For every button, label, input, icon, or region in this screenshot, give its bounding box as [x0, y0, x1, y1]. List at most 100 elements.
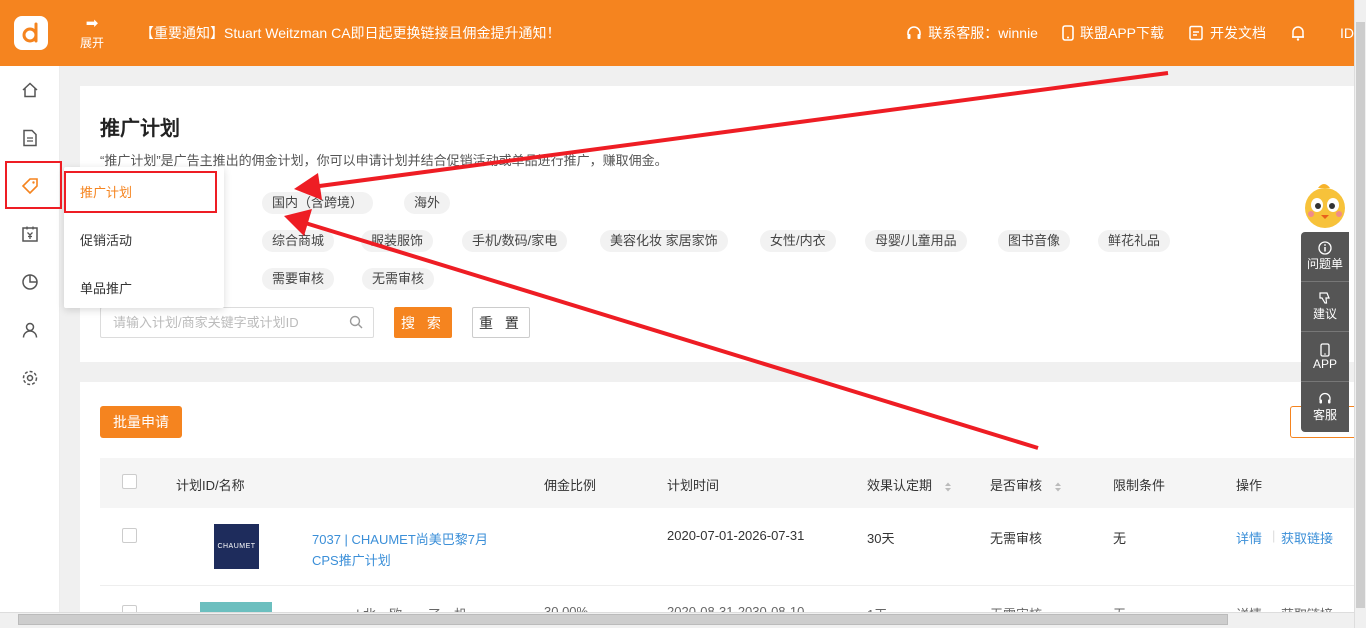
sort-icon[interactable]: [944, 481, 952, 493]
filter-tag[interactable]: 图书音像: [998, 230, 1071, 252]
review-status: 无需审核: [990, 604, 1042, 612]
filter-tag[interactable]: 手机/数码/家电: [462, 230, 568, 252]
sort-icon[interactable]: [1054, 481, 1062, 493]
batch-apply-button[interactable]: 批量申请: [100, 406, 182, 438]
detail-link[interactable]: 详情: [1236, 604, 1262, 612]
search-button[interactable]: 搜 索: [394, 307, 452, 338]
annotation-box-flyout: [64, 171, 217, 213]
float-feedback-label: 问题单: [1306, 257, 1343, 271]
plan-period: 2020-07-01-2026-07-31: [667, 528, 805, 543]
notice-link[interactable]: 【重要通知】Stuart Weitzman CA即日起更换链接且佣金提升通知！: [140, 23, 882, 43]
restriction: 无: [1113, 604, 1126, 612]
flyout-item-promo[interactable]: 促销活动: [64, 215, 224, 263]
filter-tag[interactable]: 无需审核: [362, 268, 435, 290]
validation-period: 1天: [867, 604, 887, 612]
filter-tag[interactable]: 女性/内衣: [760, 230, 836, 252]
search-icon: [349, 315, 363, 329]
support-link[interactable]: 联系客服：winnie: [906, 23, 1038, 43]
col-restriction: 限制条件: [1113, 478, 1166, 493]
app-download-label: 联盟APP下载: [1079, 25, 1164, 41]
validation-period: 30天: [867, 531, 895, 546]
divider: |: [1272, 528, 1276, 543]
filter-tag[interactable]: 母婴/儿童用品: [865, 230, 967, 252]
col-plan-name: 计划ID/名称: [176, 478, 245, 493]
brand-logo: [200, 602, 272, 612]
headset-icon: [907, 26, 922, 39]
pie-chart-icon: [22, 274, 38, 290]
brand-logo-text: CHAUMET: [217, 543, 256, 550]
expand-button[interactable]: ➡ 展开: [62, 14, 122, 51]
notification-button[interactable]: [1290, 25, 1312, 41]
float-suggestion-label: 建议: [1312, 307, 1337, 321]
sidebar-item-account[interactable]: [0, 306, 60, 354]
brand-logo: CHAUMET: [214, 524, 259, 569]
select-all-checkbox[interactable]: [122, 474, 137, 489]
filter-tag[interactable]: 综合商城: [262, 230, 335, 252]
filter-tag[interactable]: 鲜花礼品: [1098, 230, 1171, 252]
float-app-label: APP: [1312, 356, 1337, 371]
filter-tag[interactable]: 需要审核: [262, 268, 335, 290]
top-bar: ➡ 展开 【重要通知】Stuart Weitzman CA即日起更换链接且佣金提…: [0, 0, 1354, 66]
table-header: [100, 458, 1354, 508]
col-review[interactable]: 是否审核: [990, 475, 1062, 494]
user-icon: [22, 322, 38, 338]
col-validation[interactable]: 效果认定期: [867, 475, 952, 494]
filter-tag[interactable]: 美容化妆 家居家饰: [600, 230, 728, 252]
get-link-link[interactable]: 获取链接: [1281, 528, 1333, 547]
detail-link[interactable]: 详情: [1236, 528, 1262, 547]
mascot-image: [1300, 180, 1350, 230]
logo[interactable]: [0, 0, 62, 66]
phone-icon: [1320, 342, 1330, 357]
filter-tag[interactable]: 服装服饰: [361, 230, 434, 252]
sidebar-item-docs[interactable]: [0, 114, 60, 162]
flyout-item-single[interactable]: 单品推广: [64, 263, 224, 311]
search-placeholder: 请输入计划/商家关键字或计划ID: [113, 315, 299, 330]
float-suggestion-button[interactable]: 建议: [1301, 282, 1349, 332]
commission-rate: 30.00%: [544, 604, 589, 612]
float-service-button[interactable]: 客服: [1301, 382, 1349, 432]
calendar-yen-icon: [22, 226, 38, 242]
filter-tag[interactable]: 国内（含跨境）: [262, 192, 374, 214]
document-icon: [1189, 25, 1203, 41]
col-validation-label: 效果认定期: [867, 478, 933, 493]
sidebar-item-finance[interactable]: [0, 210, 60, 258]
user-id-partial[interactable]: ID: [1340, 25, 1354, 41]
support-label: 联系客服：winnie: [928, 25, 1038, 41]
float-service-label: 客服: [1312, 407, 1337, 422]
sidebar: [0, 66, 60, 612]
search-input[interactable]: 请输入计划/商家关键字或计划ID: [100, 307, 374, 338]
plan-name-link[interactable]: ……ug | 北…欧……了…机…: [312, 604, 480, 612]
row-checkbox[interactable]: [122, 528, 137, 543]
sidebar-item-settings[interactable]: [0, 354, 60, 402]
sidebar-item-home[interactable]: [0, 66, 60, 114]
headset-icon: [1319, 392, 1331, 403]
col-commission: 佣金比例: [544, 478, 597, 493]
page-title: 推广计划: [100, 118, 180, 140]
app-download-link[interactable]: 联盟APP下载: [1062, 23, 1164, 43]
row-divider: [100, 585, 1354, 586]
vertical-scroll-thumb[interactable]: [1356, 22, 1365, 608]
info-icon: [1318, 241, 1332, 255]
phone-icon: [1062, 25, 1074, 41]
horizontal-scroll-thumb[interactable]: [18, 614, 1228, 625]
home-icon: [22, 82, 38, 98]
plan-period: 2020-08-31-2030-08-10: [667, 604, 805, 612]
gear-icon: [22, 370, 38, 386]
arrow-right-icon: ➡: [85, 14, 99, 32]
annotation-box-sidebar: [5, 161, 62, 209]
file-icon: [23, 129, 37, 147]
review-status: 无需审核: [990, 531, 1043, 546]
sidebar-item-reports[interactable]: [0, 258, 60, 306]
filter-tag[interactable]: 海外: [404, 192, 451, 214]
col-actions: 操作: [1236, 478, 1263, 493]
float-feedback-button[interactable]: 问题单: [1301, 232, 1349, 282]
reset-button[interactable]: 重 置: [472, 307, 530, 338]
col-period: 计划时间: [667, 478, 720, 493]
get-link-link[interactable]: 获取链接: [1281, 604, 1333, 612]
expand-label: 展开: [79, 35, 104, 50]
logo-icon: [14, 16, 48, 50]
plan-name-link[interactable]: 7037 | CHAUMET尚美巴黎7月: [312, 529, 488, 548]
docs-link[interactable]: 开发文档: [1188, 23, 1266, 43]
float-app-button[interactable]: APP: [1301, 332, 1349, 382]
plan-name-link-line2[interactable]: CPS推广计划: [312, 550, 391, 569]
